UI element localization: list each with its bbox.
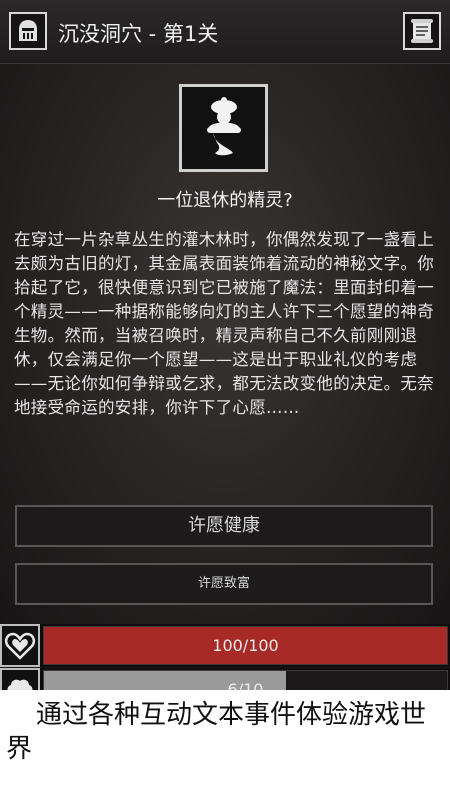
promo-caption: 通过各种互动文本事件体验游戏世界: [6, 700, 427, 764]
level-title: 沉没洞穴 - 第1关: [58, 22, 219, 46]
health-value: 100/100: [212, 636, 279, 655]
helmet-icon: [19, 20, 37, 41]
choice-wish-health-button[interactable]: 许愿健康: [15, 505, 433, 547]
health-row: 100/100: [0, 624, 450, 667]
top-bar: 沉没洞穴 - 第1关: [0, 0, 450, 64]
character-button[interactable]: [9, 12, 47, 50]
heart-icon: [4, 632, 36, 660]
promo-caption-banner: 通过各种互动文本事件体验游戏世界: [0, 690, 450, 800]
scroll-icon: [411, 19, 433, 43]
health-icon-frame: [0, 624, 40, 667]
genie-icon: [206, 97, 241, 156]
journal-button[interactable]: [403, 12, 441, 50]
event-description: 在穿过一片杂草丛生的灌木林时，你偶然发现了一盏看上去颇为古旧的灯，其金属表面装饰…: [14, 230, 434, 417]
health-bar: 100/100: [43, 626, 448, 665]
choice-wish-wealth-button[interactable]: 许愿致富: [15, 563, 433, 605]
event-image: [179, 84, 268, 172]
event-title: 一位退休的精灵?: [157, 190, 293, 211]
